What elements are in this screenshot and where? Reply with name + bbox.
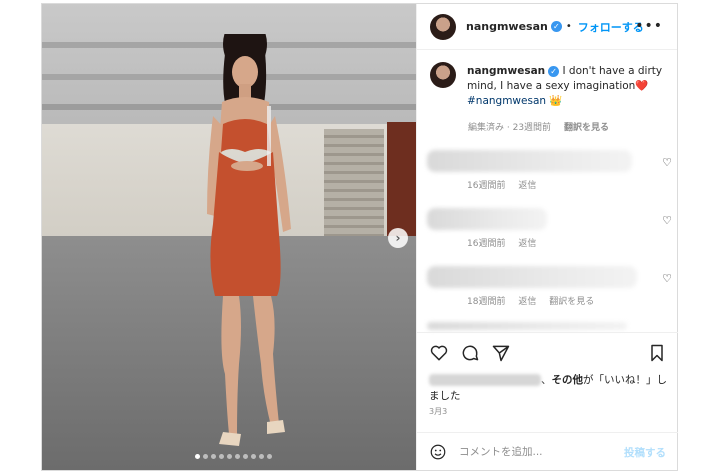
- follow-button[interactable]: フォローする: [578, 19, 644, 35]
- verified-badge-icon: ✓: [550, 21, 562, 32]
- person-figure: [207, 34, 291, 446]
- comment-time: 16週間前: [467, 239, 506, 249]
- carousel-next-button[interactable]: ›: [388, 228, 408, 248]
- carousel-dot: [203, 454, 208, 459]
- comment-meta: 16週間前 返信: [467, 236, 536, 249]
- post-header: nangmwesan ✓ • フォローする •••: [417, 4, 677, 50]
- comment-input[interactable]: コメントを追加...: [459, 444, 543, 459]
- translate-link[interactable]: 翻訳を見る: [564, 123, 609, 133]
- comment-item: ♡ 16週間前 返信: [427, 150, 672, 196]
- comment-time: 18週間前: [467, 297, 506, 307]
- carousel-dot: [211, 454, 216, 459]
- username-link[interactable]: nangmwesan: [466, 20, 548, 33]
- translate-link[interactable]: 翻訳を見る: [549, 297, 594, 307]
- post-photo[interactable]: ›: [42, 4, 416, 470]
- carousel-dot: [243, 454, 248, 459]
- comment-item: ♡ 16週間前 返信: [427, 208, 672, 254]
- post-comment-button[interactable]: 投稿する: [624, 445, 666, 460]
- caption-hashtag[interactable]: #nangmwesan: [467, 95, 546, 107]
- carousel-indicator: [195, 454, 272, 459]
- edited-label: 編集済み: [468, 123, 505, 133]
- add-comment-bar: コメントを追加... 投稿する: [417, 432, 678, 470]
- carousel-dot: [251, 454, 256, 459]
- blurred-comment: [427, 266, 637, 288]
- reply-link[interactable]: 返信: [518, 181, 536, 191]
- caption-meta: 編集済み · 23週間前 翻訳を見る: [468, 123, 609, 133]
- instagram-embed: › nangmwesan ✓ • フォローする ••• nangmwesan ✓…: [41, 3, 678, 471]
- verified-badge-icon: ✓: [548, 65, 560, 77]
- likes-text: 、その他が「いいね！」しました: [429, 374, 667, 402]
- blurred-liker-name: [429, 374, 541, 386]
- comment-item: ♡ 18週間前 返信 翻訳を見る: [427, 266, 672, 312]
- carousel-dot: [235, 454, 240, 459]
- post-sidebar: nangmwesan ✓ • フォローする ••• nangmwesan ✓ I …: [416, 4, 678, 470]
- blurred-comment: [427, 208, 547, 230]
- comment-meta: 18週間前 返信 翻訳を見る: [467, 294, 594, 307]
- comment-icon[interactable]: [460, 343, 480, 363]
- carousel-dot: [259, 454, 264, 459]
- like-comment-heart-icon[interactable]: ♡: [662, 156, 672, 169]
- post-date: 3月3: [429, 407, 448, 416]
- carousel-dot: [219, 454, 224, 459]
- reply-link[interactable]: 返信: [518, 239, 536, 249]
- carousel-dot: [195, 454, 200, 459]
- more-options-icon[interactable]: •••: [635, 18, 663, 34]
- share-icon[interactable]: [491, 343, 511, 363]
- photo-stairs: [324, 129, 384, 239]
- comment-time: 16週間前: [467, 181, 506, 191]
- reply-link[interactable]: 返信: [518, 297, 536, 307]
- carousel-dot: [267, 454, 272, 459]
- caption-time: 23週間前: [512, 123, 552, 133]
- blurred-comment: [427, 322, 627, 330]
- avatar[interactable]: [430, 62, 456, 88]
- blurred-comment: [427, 150, 632, 172]
- carousel-dot: [227, 454, 232, 459]
- caption: nangmwesan ✓ I don't have a dirty mind, I…: [430, 62, 670, 107]
- likes-others-link[interactable]: その他: [552, 374, 584, 386]
- caption-text: nangmwesan ✓ I don't have a dirty mind, I…: [467, 64, 667, 109]
- like-comment-heart-icon[interactable]: ♡: [662, 214, 672, 227]
- emoji-icon[interactable]: [429, 443, 447, 461]
- photo-door: [387, 122, 416, 240]
- caption-username[interactable]: nangmwesan: [467, 65, 545, 77]
- action-bar: [417, 332, 678, 372]
- heart-icon[interactable]: [429, 343, 449, 363]
- avatar[interactable]: [430, 13, 456, 40]
- separator-dot: •: [565, 21, 572, 32]
- crown-emoji-icon: 👑: [549, 95, 563, 107]
- like-comment-heart-icon[interactable]: ♡: [662, 272, 672, 285]
- comment-meta: 16週間前 返信: [467, 178, 536, 191]
- bookmark-icon[interactable]: [647, 343, 667, 363]
